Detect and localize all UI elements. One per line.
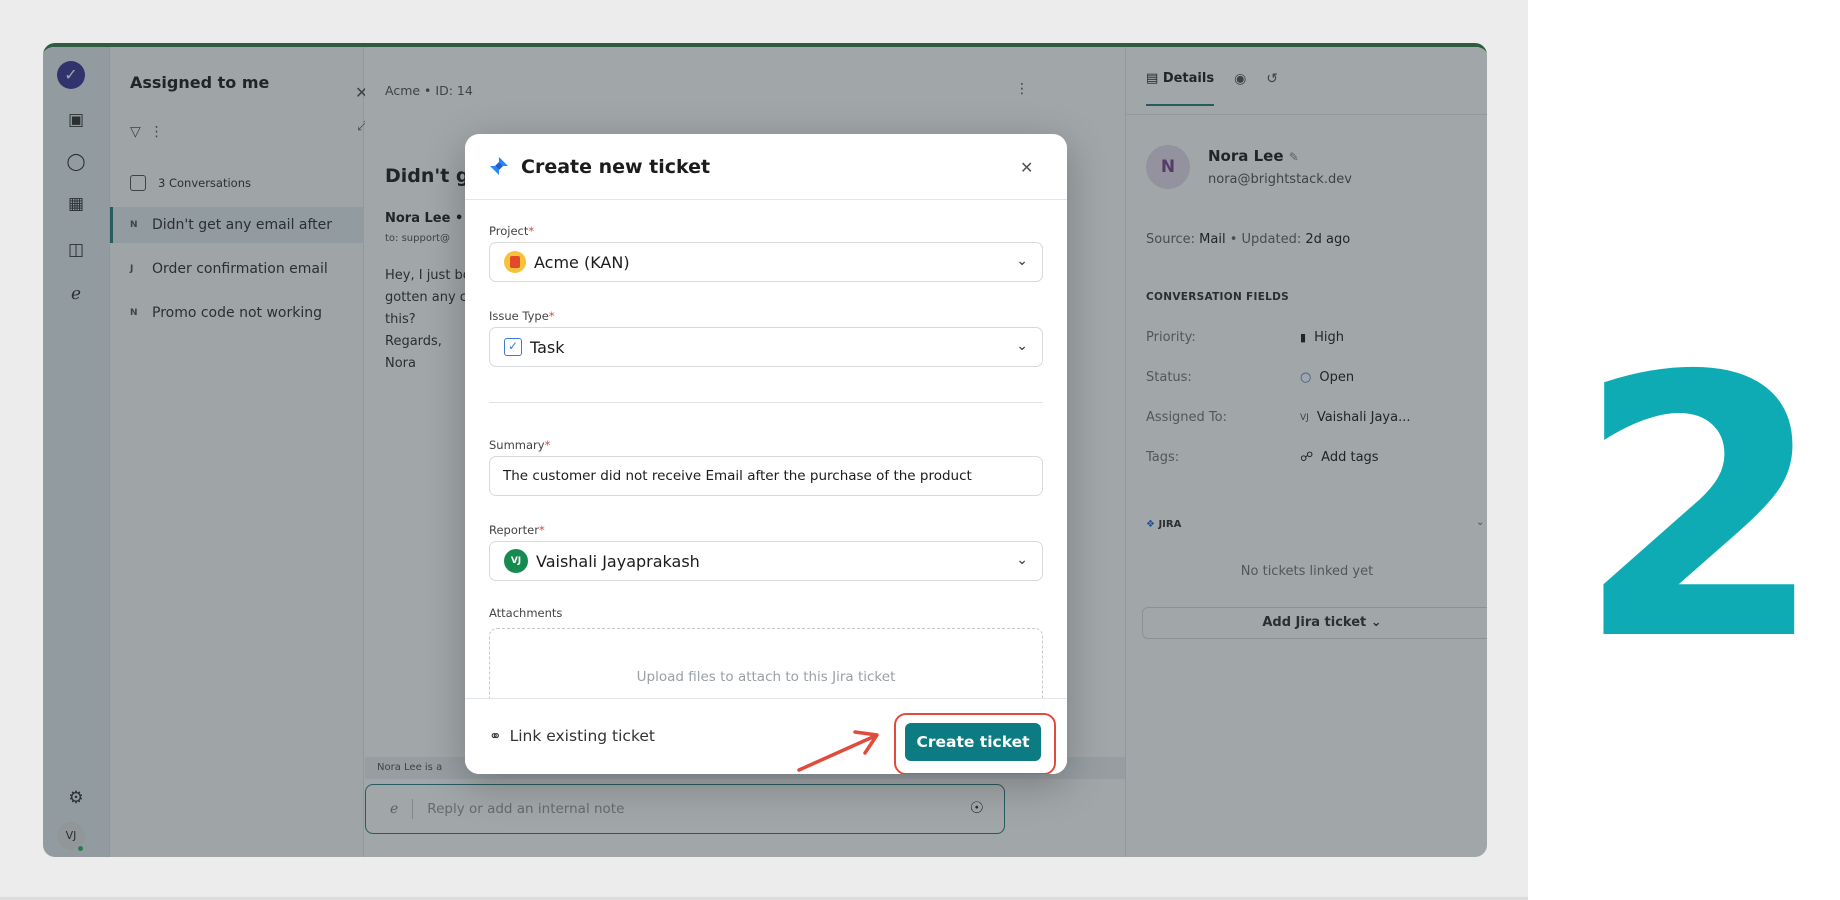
jira-icon bbox=[490, 157, 508, 175]
chevron-down-icon: ⌄ bbox=[1016, 253, 1028, 269]
dialog-title: Create new ticket bbox=[521, 156, 711, 178]
project-value: Acme (KAN) bbox=[534, 252, 630, 272]
label-text: Issue Type bbox=[489, 309, 549, 323]
attachments-label: Attachments bbox=[489, 606, 563, 620]
reporter-avatar: VJ bbox=[504, 549, 528, 573]
pointer-arrow bbox=[797, 730, 879, 772]
link-existing-ticket-button[interactable]: ⚭ Link existing ticket bbox=[489, 727, 655, 745]
label-text: Reporter bbox=[489, 523, 539, 537]
project-label: Project* bbox=[489, 224, 534, 238]
reporter-select[interactable]: VJ Vaishali Jayaprakash ⌄ bbox=[489, 541, 1043, 581]
create-ticket-button[interactable]: Create ticket bbox=[905, 723, 1041, 761]
divider bbox=[489, 402, 1043, 403]
chevron-down-icon: ⌄ bbox=[1016, 338, 1028, 354]
chevron-down-icon: ⌄ bbox=[1016, 552, 1028, 568]
summary-input[interactable]: The customer did not receive Email after… bbox=[489, 456, 1043, 496]
link-icon: ⚭ bbox=[489, 727, 502, 745]
issue-type-select[interactable]: ✓ Task ⌄ bbox=[489, 327, 1043, 367]
reporter-label: Reporter* bbox=[489, 523, 545, 537]
screenshot-stage: ✓ ▣ ◯ ▦ ◫ ℯ ⚙ VJ Assigned to me ✕ ⤢ ▽ ⋮ … bbox=[0, 0, 1528, 900]
required-mark: * bbox=[538, 523, 545, 537]
label-text: Summary bbox=[489, 438, 545, 452]
dialog-header: Create new ticket ✕ bbox=[465, 134, 1067, 200]
issue-type-value: Task bbox=[530, 337, 565, 357]
required-mark: * bbox=[544, 438, 551, 452]
close-icon[interactable]: ✕ bbox=[1020, 158, 1033, 177]
label-text: Project bbox=[489, 224, 529, 238]
create-ticket-dialog: Create new ticket ✕ Project* Acme (KAN) … bbox=[465, 134, 1067, 774]
link-existing-label: Link existing ticket bbox=[509, 727, 655, 745]
project-icon bbox=[504, 251, 526, 273]
required-mark: * bbox=[528, 224, 535, 238]
dialog-footer: ⚭ Link existing ticket Create ticket bbox=[465, 698, 1067, 774]
reporter-value: Vaishali Jayaprakash bbox=[536, 551, 700, 571]
required-mark: * bbox=[548, 309, 555, 323]
upload-dropzone[interactable]: Upload files to attach to this Jira tick… bbox=[489, 628, 1043, 698]
summary-label: Summary* bbox=[489, 438, 550, 452]
step-number: 2 bbox=[1575, 300, 1826, 719]
task-icon: ✓ bbox=[504, 338, 522, 356]
issue-type-label: Issue Type* bbox=[489, 309, 555, 323]
project-select[interactable]: Acme (KAN) ⌄ bbox=[489, 242, 1043, 282]
